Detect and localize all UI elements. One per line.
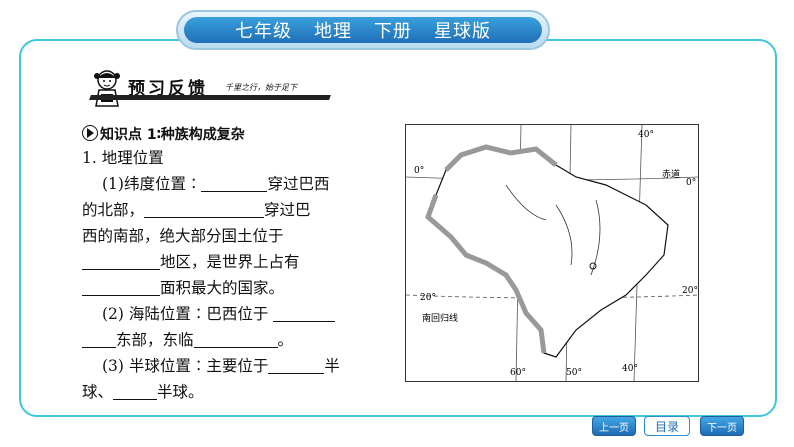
label-lon60: 60°	[510, 368, 526, 378]
toc-button[interactable]: 目录	[644, 416, 690, 436]
knowledge-point-heading: 知识点 1∶种族构成复杂	[82, 124, 245, 144]
preview-banner: 预习反馈 千里之行，始于足下	[89, 68, 331, 108]
blank-6[interactable]	[82, 331, 116, 348]
label-lon40-bottom: 40°	[622, 364, 638, 374]
header-grade: 七年级	[235, 21, 292, 42]
prev-page-button[interactable]: 上一页	[592, 416, 636, 436]
header-volume: 下册	[374, 21, 412, 42]
girl-icon	[94, 70, 120, 107]
next-page-button[interactable]: 下一页	[700, 416, 744, 436]
label-lon40: 40°	[638, 130, 654, 140]
line-3: 西的南部，绝大部分国土位于	[82, 227, 284, 245]
blank-3[interactable]	[82, 253, 160, 270]
header-bar: 七年级 地理 下册 星球版	[176, 10, 550, 50]
line-2: 的北部， 穿过巴	[82, 201, 311, 219]
label-equator: 赤道	[662, 168, 680, 180]
banner-underline	[89, 95, 331, 100]
label-lat20-east: 20°	[682, 286, 698, 296]
line-8: (3) 半球位置∶主要位于半	[102, 357, 340, 375]
blank-5[interactable]	[273, 305, 336, 322]
label-lon50: 50°	[566, 368, 582, 378]
line-6: (2) 海陆位置∶巴西位于	[102, 301, 336, 327]
label-lat0-east: 0°	[686, 178, 696, 188]
play-icon	[82, 125, 98, 141]
line-9: 球、 半球。	[82, 383, 204, 401]
line-4: 地区，是世界上占有	[82, 249, 300, 275]
blank-1[interactable]	[201, 175, 268, 192]
blank-2[interactable]	[144, 201, 265, 218]
line-1: (1)纬度位置∶ 穿过巴西	[102, 175, 330, 193]
line-7: 东部，东临。	[82, 327, 293, 353]
brazil-map-svg: 40° 0° 赤道 0° 20° 20° 南回归线 60° 50° 40°	[405, 124, 699, 382]
banner-subtitle: 千里之行，始于足下	[225, 83, 297, 92]
blank-9[interactable]	[113, 383, 158, 400]
label-lat0-west: 0°	[414, 166, 424, 176]
header-edition: 星球版	[434, 21, 491, 42]
section-title: 1. 地理位置	[82, 149, 164, 167]
label-lat20-west: 20°	[420, 293, 436, 303]
header-subject: 地理	[314, 21, 352, 42]
line-5: 面积最大的国家。	[82, 275, 284, 301]
blank-4[interactable]	[82, 279, 160, 296]
brazil-map: 40° 0° 赤道 0° 20° 20° 南回归线 60° 50° 40°	[405, 124, 699, 382]
blank-7[interactable]	[193, 331, 278, 348]
blank-8[interactable]	[268, 357, 325, 374]
label-tropic: 南回归线	[422, 312, 458, 324]
